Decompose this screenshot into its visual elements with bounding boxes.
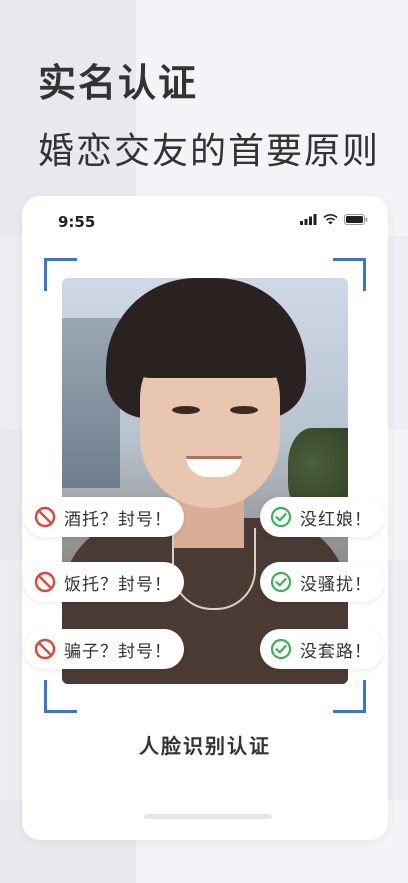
home-indicator (144, 814, 272, 819)
chip-banned-fraudster: 骗子？封号！ (24, 629, 184, 669)
chip-no-tricks: 没套路！ (260, 629, 384, 669)
check-circle-icon (270, 506, 292, 528)
scan-frame-corner (333, 680, 366, 713)
hero-subtitle: 婚恋交友的首要原则 (38, 131, 381, 172)
chip-label: 饭托？封号！ (64, 574, 172, 595)
check-circle-icon (270, 638, 292, 660)
chip-label: 酒托？封号！ (64, 509, 172, 530)
chip-label: 没红娘！ (300, 509, 372, 530)
check-circle-icon (270, 571, 292, 593)
chip-banned-bar-scam: 酒托？封号！ (24, 497, 184, 537)
chip-label: 骗子？封号！ (64, 641, 172, 662)
chip-no-harassment: 没骚扰！ (260, 562, 384, 602)
battery-icon (344, 214, 368, 225)
face-verification-label: 人脸识别认证 (139, 734, 271, 758)
chip-label: 没骚扰！ (300, 574, 372, 595)
prohibited-icon (34, 506, 56, 528)
chip-label: 没套路！ (300, 641, 372, 662)
prohibited-icon (34, 571, 56, 593)
scan-frame-corner (44, 680, 77, 713)
status-icons (300, 214, 368, 225)
chip-banned-meal-scam: 饭托？封号！ (24, 562, 184, 602)
status-time: 9:55 (58, 213, 96, 231)
chip-no-matchmaker: 没红娘！ (260, 497, 384, 537)
cellular-signal-icon (300, 214, 317, 225)
hero-title: 实名认证 (38, 61, 199, 105)
prohibited-icon (34, 638, 56, 660)
wifi-icon (323, 214, 338, 225)
face-photo (62, 278, 348, 684)
